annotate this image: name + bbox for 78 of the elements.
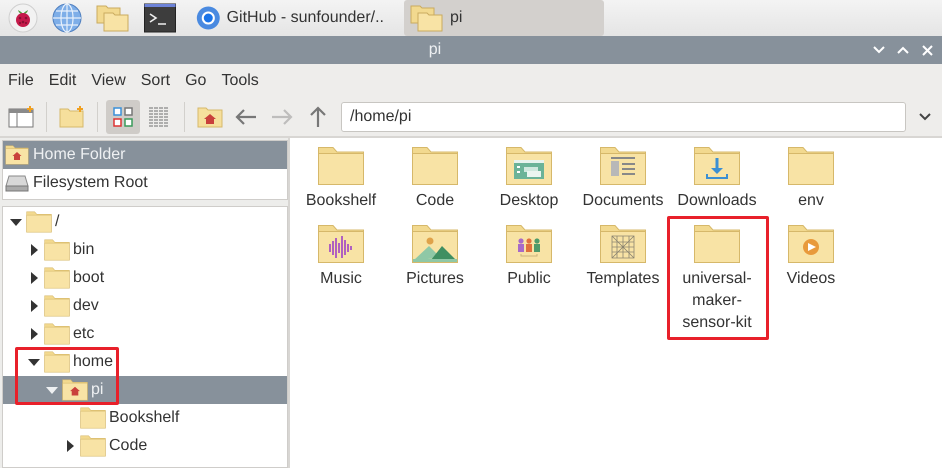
file-name[interactable]: Videos [766, 268, 856, 290]
list-icon [147, 105, 171, 129]
sidebar-panel-icon [8, 106, 34, 128]
file-name[interactable]: Music [296, 268, 386, 290]
home-folder-icon [61, 379, 89, 401]
tree-item[interactable]: / [3, 208, 287, 236]
folder-icon [25, 211, 53, 233]
folder-icon [43, 239, 71, 261]
video-folder-icon [787, 224, 835, 264]
tree-item[interactable]: home [3, 348, 287, 376]
folder-icon [43, 323, 71, 345]
file-name[interactable]: Pictures [390, 268, 480, 290]
folder-icon [43, 351, 71, 373]
desktop-folder-icon [505, 146, 553, 186]
collapsed-arrow-icon[interactable] [64, 440, 76, 452]
tree-item[interactable]: etc [3, 320, 287, 348]
download-folder-icon [693, 146, 741, 186]
icon-grid-icon [111, 105, 135, 129]
folder-icon [787, 146, 835, 186]
caret-icon [919, 113, 931, 121]
home-folder-icon [5, 145, 29, 165]
arrow-left-icon [234, 107, 258, 127]
file-name[interactable]: Public [484, 268, 574, 290]
raspberry-icon[interactable] [8, 3, 38, 33]
expanded-arrow-icon[interactable] [28, 356, 40, 368]
file-name[interactable]: env [766, 190, 856, 212]
tree-item[interactable]: Bookshelf [3, 404, 287, 432]
folder-icon [693, 224, 741, 264]
home-folder-icon [197, 106, 223, 128]
close-icon [922, 44, 932, 56]
tree-item[interactable]: dev [3, 292, 287, 320]
grid-folder-icon [599, 224, 647, 264]
file-name[interactable]: Downloads [672, 190, 762, 212]
collapsed-arrow-icon[interactable] [28, 244, 40, 256]
globe-icon[interactable] [52, 3, 82, 33]
folder-icon [317, 146, 365, 186]
file-name[interactable]: universal-maker-sensor-kit [672, 268, 762, 334]
menu-item[interactable]: Go [177, 72, 214, 90]
window-title: pi [428, 41, 442, 59]
menu-item[interactable]: View [83, 72, 133, 90]
people-folder-icon [505, 224, 553, 264]
music-folder-icon [317, 224, 365, 264]
icon-view-button[interactable] [106, 100, 140, 134]
chevron-up-icon [897, 46, 909, 54]
file-name[interactable]: Code [390, 190, 480, 212]
menu-item[interactable]: Tools [213, 72, 266, 90]
folder-icon [43, 267, 71, 289]
collapsed-arrow-icon[interactable] [28, 328, 40, 340]
file-name[interactable]: Desktop [484, 190, 574, 212]
file-name[interactable]: Bookshelf [296, 190, 386, 212]
place-item[interactable]: Filesystem Root [3, 169, 287, 197]
file-name[interactable]: Documents [578, 190, 668, 212]
chevron-down-icon [873, 46, 885, 54]
collapsed-arrow-icon[interactable] [28, 272, 40, 284]
file-name[interactable]: Templates [578, 268, 668, 290]
new-folder-icon [59, 106, 85, 128]
folder-icon [79, 407, 107, 429]
menu-item[interactable]: Sort [132, 72, 178, 90]
terminal-icon[interactable] [144, 3, 176, 33]
tree-item[interactable]: boot [3, 264, 287, 292]
taskbar-window-button[interactable]: GitHub - sunfounder/.. [190, 0, 390, 36]
tree-item[interactable]: bin [3, 236, 287, 264]
collapsed-arrow-icon[interactable] [28, 300, 40, 312]
path-field[interactable]: /home/pi [341, 102, 906, 132]
drive-icon [5, 174, 29, 192]
folder-icon [411, 146, 459, 186]
menu-item[interactable]: File [0, 72, 41, 90]
expanded-arrow-icon[interactable] [10, 216, 22, 228]
taskbar-window-button[interactable]: pi [404, 0, 604, 36]
arrow-right-icon [270, 107, 294, 127]
documents-folder-icon [599, 146, 647, 186]
menu-item[interactable]: Edit [40, 72, 84, 90]
arrow-up-icon [308, 105, 328, 129]
tree-item[interactable]: Code [3, 432, 287, 460]
folders-icon [410, 3, 444, 33]
folder-icon [79, 435, 107, 457]
folder-icon [43, 295, 71, 317]
pictures-folder-icon [411, 224, 459, 264]
